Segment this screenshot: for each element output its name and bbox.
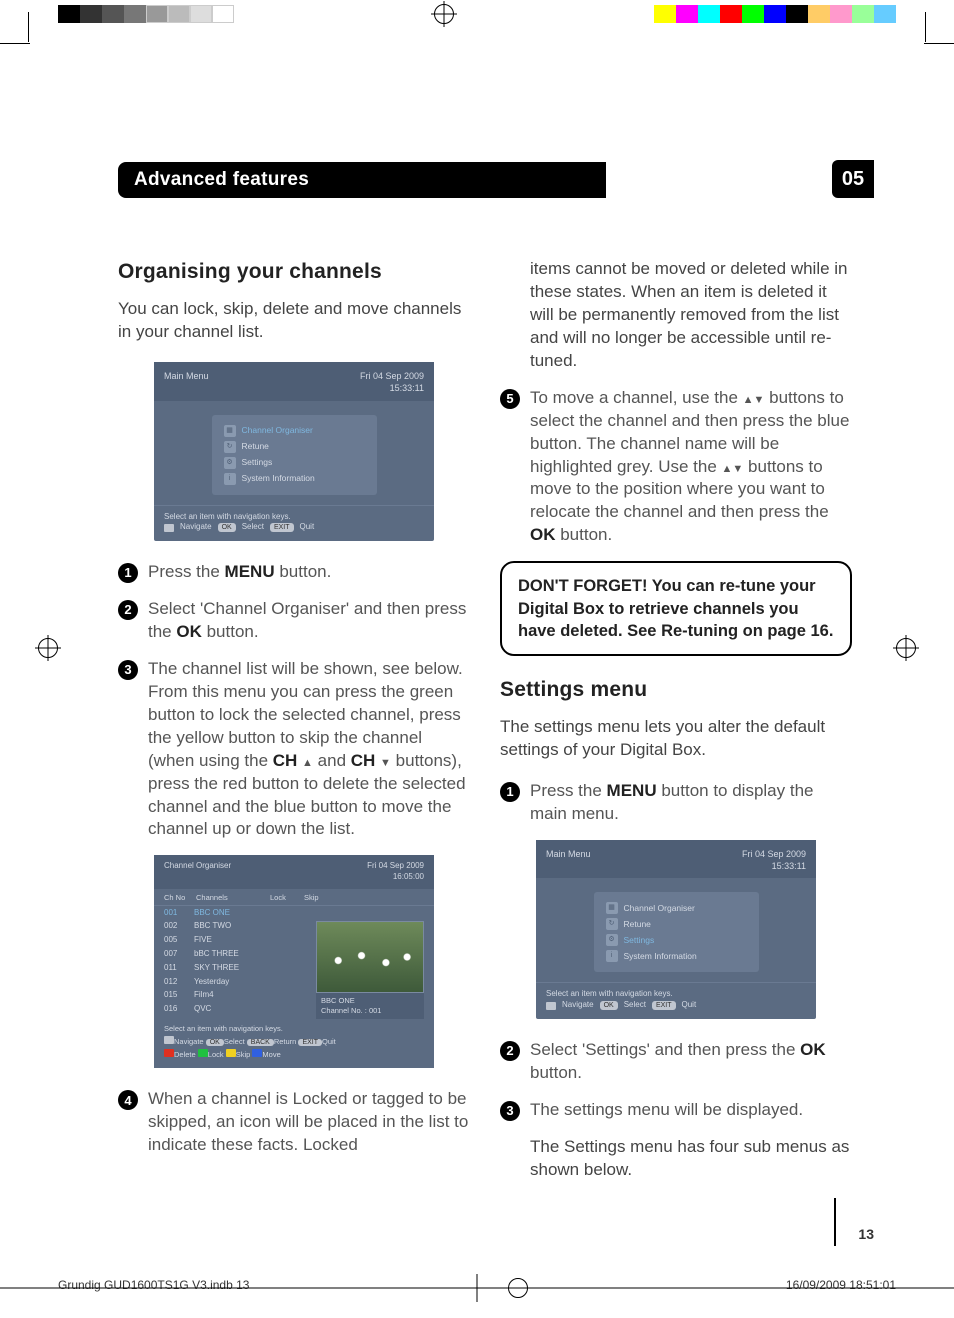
menu-item: iSystem Information (606, 948, 747, 964)
gear-icon: ⚙ (224, 457, 236, 469)
step-number-icon: 3 (118, 660, 138, 680)
registration-mark-icon (434, 4, 454, 24)
step-number-icon: 2 (118, 600, 138, 620)
green-key-icon (198, 1049, 208, 1057)
menu-item: iSystem Information (224, 471, 365, 487)
settings-step-2: 2 Select 'Settings' and then press the O… (500, 1039, 852, 1085)
color-bar-left (58, 5, 234, 23)
settings-intro: The settings menu lets you alter the def… (500, 716, 852, 762)
step-3: 3 The channel list will be shown, see be… (118, 658, 470, 842)
step-1: 1 Press the MENU button. (118, 561, 470, 584)
section-header: Advanced features (118, 162, 606, 198)
updown-arrow-icon: ▲▼ (743, 393, 765, 408)
exit-key-icon: EXIT (270, 523, 294, 532)
registration-mark-icon (896, 638, 916, 658)
updown-arrow-icon: ▲▼ (722, 462, 744, 477)
main-menu-screenshot: Main Menu Fri 04 Sep 2009 15:33:11 ▦Chann… (154, 362, 434, 541)
up-arrow-icon: ▲ (302, 756, 313, 771)
retune-icon: ↻ (606, 918, 618, 930)
step-number-icon: 4 (118, 1090, 138, 1110)
step-5: 5 To move a channel, use the ▲▼ buttons … (500, 387, 852, 548)
tv-hint: Select an item with navigation keys. (164, 512, 424, 523)
down-arrow-icon: ▼ (380, 756, 391, 771)
settings-note: The Settings menu has four sub menus as … (500, 1136, 852, 1182)
step-number-icon: 5 (500, 389, 520, 409)
color-bar-right (654, 5, 896, 23)
info-icon: i (606, 950, 618, 962)
grid-icon: ▦ (606, 902, 618, 914)
settings-title: Settings menu (500, 676, 852, 704)
print-footer: Grundig GUD1600TS1G V3.indb 13 16/09/200… (0, 1278, 954, 1298)
channel-organiser-screenshot: Channel Organiser Fri 04 Sep 200916:05:0… (154, 855, 434, 1068)
menu-item: ↻Retune (606, 916, 747, 932)
print-marks-top (0, 4, 954, 24)
nav-key-icon (164, 1036, 174, 1044)
blue-key-icon (252, 1049, 262, 1057)
page-content: Advanced features 05 Organising your cha… (118, 162, 874, 1182)
tv-title: Main Menu (164, 370, 209, 394)
step-4: 4 When a channel is Locked or tagged to … (118, 1088, 470, 1157)
table-row: 001BBC ONE (164, 906, 424, 920)
yellow-key-icon (226, 1049, 236, 1057)
menu-item: ⚙Settings (606, 932, 747, 948)
gear-icon: ⚙ (606, 934, 618, 946)
red-key-icon (164, 1049, 174, 1057)
nav-key-icon (164, 524, 174, 532)
left-column: Organising your channels You can lock, s… (118, 258, 470, 1182)
grid-icon: ▦ (224, 425, 236, 437)
menu-item: ↻Retune (224, 439, 365, 455)
tv-title: Main Menu (546, 848, 591, 872)
step-number-icon: 1 (118, 563, 138, 583)
step-2: 2 Select 'Channel Organiser' and then pr… (118, 598, 470, 644)
settings-step-1: 1 Press the MENU button to display the m… (500, 780, 852, 826)
page-number: 13 (858, 1226, 874, 1242)
ok-key-icon: OK (218, 523, 236, 532)
chapter-badge: 05 (832, 160, 874, 198)
settings-step-3: 3 The settings menu will be displayed. (500, 1099, 852, 1122)
registration-mark-icon (38, 638, 58, 658)
step-number-icon: 1 (500, 782, 520, 802)
organising-title: Organising your channels (118, 258, 470, 286)
channel-preview-image (316, 921, 424, 993)
tv-title: Channel Organiser (164, 861, 231, 883)
step-number-icon: 3 (500, 1101, 520, 1121)
page-num-rule (834, 1198, 836, 1246)
registration-mark-icon (508, 1278, 528, 1298)
main-menu-settings-screenshot: Main Menu Fri 04 Sep 200915:33:11 ▦Chann… (536, 840, 816, 1019)
nav-key-icon (546, 1002, 556, 1010)
menu-item: ▦Channel Organiser (224, 423, 365, 439)
dont-forget-callout: DON'T FORGET! You can re-tune your Digit… (500, 561, 852, 656)
step-number-icon: 2 (500, 1041, 520, 1061)
organising-intro: You can lock, skip, delete and move chan… (118, 298, 470, 344)
info-icon: i (224, 473, 236, 485)
menu-item: ⚙Settings (224, 455, 365, 471)
retune-icon: ↻ (224, 441, 236, 453)
step4-continued: items cannot be moved or deleted while i… (500, 258, 852, 373)
tv-time: 15:33:11 (390, 383, 424, 393)
right-column: items cannot be moved or deleted while i… (500, 258, 852, 1182)
menu-item: ▦Channel Organiser (606, 900, 747, 916)
tv-date: Fri 04 Sep 2009 (360, 371, 424, 381)
